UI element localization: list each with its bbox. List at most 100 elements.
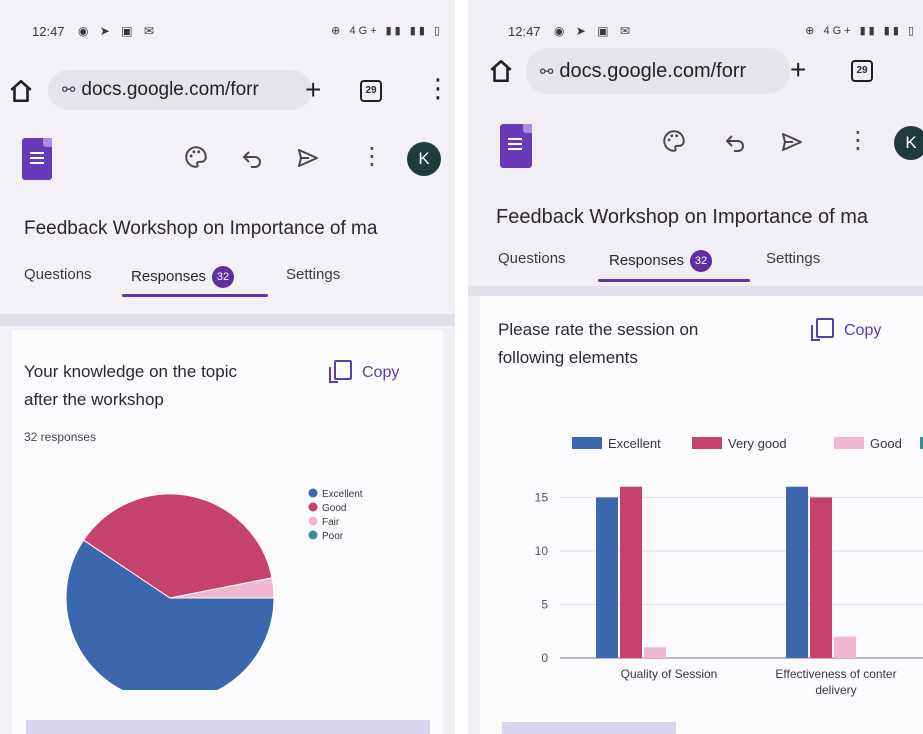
tab-switcher-button[interactable]: 29 [360, 80, 382, 102]
browser-menu-icon[interactable]: ⋮ [914, 56, 923, 84]
copy-icon [811, 318, 834, 341]
active-tab-indicator [598, 279, 750, 282]
active-tab-indicator [122, 294, 268, 297]
send-icon[interactable] [780, 130, 804, 154]
url-bar[interactable]: ⚯ docs.google.com/forr [48, 70, 312, 110]
tab-questions[interactable]: Questions [24, 266, 92, 283]
status-time: 12:47 [508, 24, 541, 39]
question-title-line2: after the workshop [24, 390, 164, 409]
copy-button-label: Copy [844, 322, 882, 339]
next-card-strip [26, 720, 430, 734]
form-title: Feedback Workshop on Importance of ma [496, 206, 869, 228]
responses-count-badge: 32 [212, 266, 235, 288]
form-tabs: Questions Responses 32 Settings [0, 262, 455, 298]
section-divider [468, 286, 923, 296]
x-category-label-line2: delivery [815, 683, 856, 697]
question-title: Please rate the session on following ele… [498, 316, 698, 372]
tab-questions[interactable]: Questions [498, 250, 566, 267]
signal-icons: ⊕ 4G+ ▮▮ ▮▮ ▯ [805, 25, 917, 37]
y-tick-label: 15 [535, 490, 549, 504]
signal-icons: ⊕ 4G+ ▮▮ ▮▮ ▯ [331, 25, 443, 37]
question-title-line1: Your knowledge on the topic [24, 362, 237, 381]
browser-menu-icon[interactable]: ⋮ [425, 74, 451, 102]
pie-legend-item-excellent: Excellent [308, 488, 363, 500]
undo-icon[interactable] [240, 146, 264, 170]
bar-good-1 [644, 647, 666, 658]
copy-chart-button[interactable]: Copy [329, 360, 399, 383]
pie-data-label-good: 37.5% [178, 485, 206, 496]
browser-toolbar: ⚯ docs.google.com/forr + 29 ⋮ [0, 70, 455, 114]
new-tab-icon[interactable]: + [790, 54, 806, 86]
x-category-label: Quality of Session [621, 667, 718, 681]
url-bar[interactable]: ⚯ docs.google.com/forr [526, 48, 790, 94]
y-tick-label: 5 [541, 597, 548, 611]
undo-icon[interactable] [723, 130, 747, 154]
tab-settings[interactable]: Settings [766, 250, 820, 267]
palette-icon[interactable] [661, 128, 687, 154]
svg-text:Fair: Fair [322, 517, 340, 528]
forms-toolbar: ⋮ K [0, 138, 455, 188]
response-count: 32 responses [24, 430, 97, 444]
home-icon[interactable] [488, 58, 514, 84]
browser-toolbar: ⚯ docs.google.com/forr + 29 ⋮ [468, 48, 923, 94]
svg-text:Excellent: Excellent [322, 489, 363, 500]
site-settings-icon[interactable]: ⚯ [540, 64, 553, 81]
home-icon[interactable] [8, 78, 34, 104]
screenshot-separator [455, 0, 468, 734]
url-text: docs.google.com/forr [559, 60, 747, 82]
right-screenshot: 12:47 ◉ ➤ ▣ ✉ ⊕ 4G+ ▮▮ ▮▮ ▯ ⚯ docs.google… [468, 0, 923, 734]
question-title-line1: Please rate the session on [498, 320, 699, 339]
copy-chart-button[interactable]: Copy [811, 318, 882, 341]
pie-chart: 59.4%37.5%ExcellentGoodFairPoor [65, 485, 363, 690]
account-avatar[interactable]: K [894, 126, 923, 160]
bar-legend-item-good: Good [834, 436, 902, 451]
bar-legend-item-excellent: Excellent [572, 436, 661, 451]
site-settings-icon[interactable]: ⚯ [62, 82, 75, 99]
forms-toolbar: ⋮ K [468, 118, 923, 168]
tab-responses[interactable]: Responses 32 [609, 250, 713, 272]
new-tab-icon[interactable]: + [305, 74, 321, 106]
bar-legend-item-very-good: Very good [692, 436, 787, 451]
question-card: Please rate the session on following ele… [480, 296, 923, 734]
form-title: Feedback Workshop on Importance of ma [24, 218, 378, 239]
bar-very-good-1 [620, 486, 642, 658]
copy-icon [329, 360, 352, 383]
palette-icon[interactable] [183, 144, 209, 170]
next-card-strip [502, 722, 676, 734]
question-card: Your knowledge on the topic after the wo… [12, 330, 443, 734]
status-bar: 12:47 ◉ ➤ ▣ ✉ ⊕ 4G+ ▮▮ ▮▮ ▯ [468, 22, 923, 42]
tab-settings[interactable]: Settings [286, 266, 340, 283]
bar-excellent-1 [596, 497, 618, 658]
bar-good-2 [834, 636, 856, 658]
svg-text:Good: Good [322, 503, 346, 514]
notification-icons: ◉ ➤ ▣ ✉ [78, 24, 158, 38]
google-forms-logo[interactable] [500, 124, 532, 168]
pie-legend-item-poor: Poor [308, 530, 344, 542]
more-vert-icon[interactable]: ⋮ [360, 142, 384, 171]
google-forms-logo[interactable] [22, 138, 52, 180]
section-divider [0, 314, 455, 326]
bar-chart-legend: Excellent Very good Good [480, 436, 923, 456]
network-type: 4G+ [349, 25, 380, 37]
pie-legend-item-good: Good [308, 502, 346, 514]
question-title: Your knowledge on the topic after the wo… [24, 358, 237, 414]
send-icon[interactable] [296, 146, 320, 170]
svg-text:Poor: Poor [322, 531, 344, 542]
url-text: docs.google.com/forr [81, 79, 259, 100]
more-vert-icon[interactable]: ⋮ [846, 126, 870, 155]
account-avatar[interactable]: K [407, 142, 441, 176]
bar-very-good-2 [810, 497, 832, 658]
y-tick-label: 10 [535, 544, 549, 558]
tab-responses-label: Responses [609, 251, 685, 269]
tab-responses[interactable]: Responses 32 [131, 266, 235, 288]
network-type: 4G+ [823, 25, 854, 37]
tab-switcher-button[interactable]: 29 [851, 60, 873, 82]
left-screenshot: 12:47 ◉ ➤ ▣ ✉ ⊕ 4G+ ▮▮ ▮▮ ▯ ⚯ docs.google… [0, 0, 455, 734]
y-tick-label: 0 [541, 651, 548, 665]
tab-responses-label: Responses [131, 267, 207, 285]
status-bar: 12:47 ◉ ➤ ▣ ✉ ⊕ 4G+ ▮▮ ▮▮ ▯ [0, 22, 455, 42]
pie-legend-item-fair: Fair [308, 516, 340, 528]
question-title-line2: following elements [498, 348, 638, 367]
form-tabs: Questions Responses 32 Settings [468, 246, 923, 282]
responses-count-badge: 32 [690, 250, 713, 272]
